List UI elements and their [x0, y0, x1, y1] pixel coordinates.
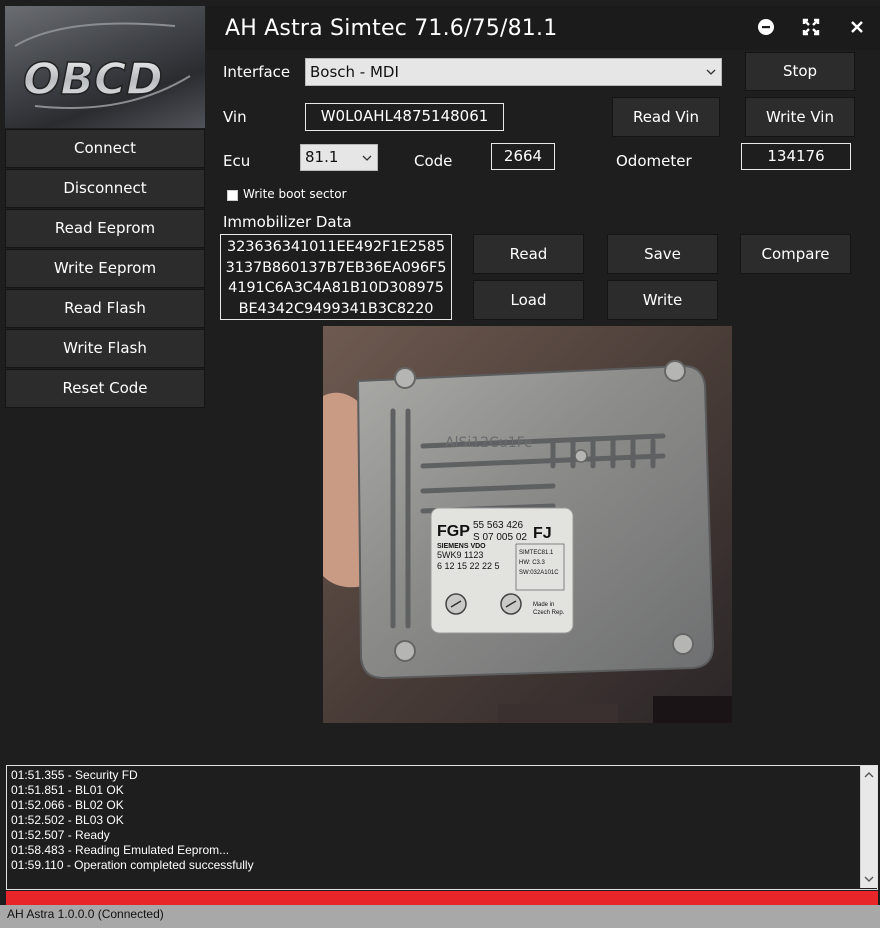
write-flash-button[interactable]: Write Flash	[5, 329, 205, 368]
write-boot-sector-label: Write boot sector	[243, 187, 347, 201]
close-button[interactable]	[842, 12, 872, 42]
read-flash-button[interactable]: Read Flash	[5, 289, 205, 328]
interface-select[interactable]: Bosch - MDI	[305, 58, 722, 86]
immobilizer-data-field[interactable]: 323636341011EE492F1E2585 3137B860137B7EB…	[220, 234, 452, 320]
progress-bar-fill	[6, 891, 878, 905]
expand-icon	[802, 18, 820, 36]
chevron-down-icon[interactable]	[861, 872, 877, 886]
log-line: 01:52.066 - BL02 OK	[11, 798, 124, 812]
status-text: AH Astra 1.0.0.0 (Connected)	[7, 907, 164, 921]
ecu-illustration: AlSi12Cu1Fe FGP 55 563 426 S 07 005 02 F…	[323, 326, 732, 723]
connect-button[interactable]: Connect	[5, 129, 205, 168]
svg-text:S 07 005 02: S 07 005 02	[473, 532, 527, 543]
read-vin-button[interactable]: Read Vin	[612, 97, 720, 137]
svg-text:FGP: FGP	[437, 523, 470, 540]
chevron-down-icon	[362, 155, 372, 161]
sidebar: OBCD Connect Disconnect Read Eeprom Writ…	[0, 0, 206, 760]
svg-text:Czech Rep.: Czech Rep.	[533, 610, 565, 616]
chevron-up-icon[interactable]	[861, 768, 877, 782]
log-line: 01:52.507 - Ready	[11, 828, 110, 842]
log-line: 01:51.355 - Security FD	[11, 768, 138, 782]
immobilizer-label: Immobilizer Data	[223, 213, 352, 231]
odometer-label: Odometer	[616, 152, 692, 170]
code-label: Code	[414, 152, 453, 170]
maximize-button[interactable]	[796, 12, 826, 42]
immobilizer-line: 4191C6A3C4A81B10D308975	[228, 280, 444, 296]
vin-label: Vin	[223, 108, 247, 126]
save-immo-button[interactable]: Save	[607, 234, 718, 274]
svg-text:FJ: FJ	[533, 525, 552, 542]
status-bar: AH Astra 1.0.0.0 (Connected)	[0, 905, 880, 928]
window-title: AH Astra Simtec 71.6/75/81.1	[225, 16, 558, 41]
obcd-logo: OBCD	[5, 6, 205, 128]
immobilizer-line: 323636341011EE492F1E2585	[227, 239, 445, 255]
svg-text:SIEMENS VDO: SIEMENS VDO	[437, 543, 486, 550]
minimize-button[interactable]	[751, 12, 781, 42]
log-line: 01:51.851 - BL01 OK	[11, 783, 124, 797]
odometer-field[interactable]: 134176	[741, 143, 851, 170]
progress-bar	[6, 891, 878, 905]
write-boot-sector-checkbox[interactable]	[227, 190, 238, 201]
chevron-down-icon	[706, 69, 716, 75]
svg-text:6 12 15 22 22 5: 6 12 15 22 22 5	[437, 561, 500, 571]
code-field[interactable]: 2664	[491, 143, 555, 170]
interface-label: Interface	[223, 63, 291, 81]
close-icon	[851, 21, 863, 33]
interface-value: Bosch - MDI	[310, 63, 399, 81]
immobilizer-line: BE4342C9499341B3C8220	[238, 300, 434, 317]
ecu-label: Ecu	[223, 152, 251, 170]
svg-text:SW:032A101C: SW:032A101C	[519, 570, 559, 576]
svg-text:HW: C3.3: HW: C3.3	[519, 560, 546, 566]
log-line: 01:52.502 - BL03 OK	[11, 813, 124, 827]
write-immo-button[interactable]: Write	[607, 280, 718, 320]
reset-code-button[interactable]: Reset Code	[5, 369, 205, 408]
write-vin-button[interactable]: Write Vin	[745, 97, 855, 137]
log-line: 01:58.483 - Reading Emulated Eeprom...	[11, 843, 230, 857]
write-eeprom-button[interactable]: Write Eeprom	[5, 249, 205, 288]
svg-text:OBCD: OBCD	[23, 54, 163, 105]
immobilizer-line: 3137B860137B7EB36EA096F5	[225, 259, 447, 276]
log-panel[interactable]: 01:51.355 - Security FD 01:51.851 - BL01…	[6, 765, 878, 890]
svg-text:SIMTEC81.1: SIMTEC81.1	[519, 550, 554, 556]
load-immo-button[interactable]: Load	[473, 280, 584, 320]
log-scrollbar[interactable]	[860, 766, 877, 888]
svg-text:AlSi12Cu1Fe: AlSi12Cu1Fe	[445, 435, 533, 451]
svg-text:Made in: Made in	[533, 602, 554, 608]
disconnect-button[interactable]: Disconnect	[5, 169, 205, 208]
log-line: 01:59.110 - Operation completed successf…	[11, 858, 254, 872]
read-eeprom-button[interactable]: Read Eeprom	[5, 209, 205, 248]
ecu-value: 81.1	[305, 148, 339, 166]
stop-button[interactable]: Stop	[745, 52, 855, 91]
ecu-select[interactable]: 81.1	[300, 144, 378, 171]
svg-text:55 563 426: 55 563 426	[473, 520, 523, 531]
logo-graphic: OBCD	[14, 22, 191, 109]
minus-circle-icon	[758, 19, 774, 35]
vin-field[interactable]: W0L0AHL4875148061	[305, 103, 504, 131]
read-immo-button[interactable]: Read	[473, 234, 584, 274]
svg-text:5WK9 1123: 5WK9 1123	[437, 550, 483, 560]
ecu-photo: AlSi12Cu1Fe FGP 55 563 426 S 07 005 02 F…	[323, 326, 732, 723]
compare-immo-button[interactable]: Compare	[740, 234, 851, 274]
